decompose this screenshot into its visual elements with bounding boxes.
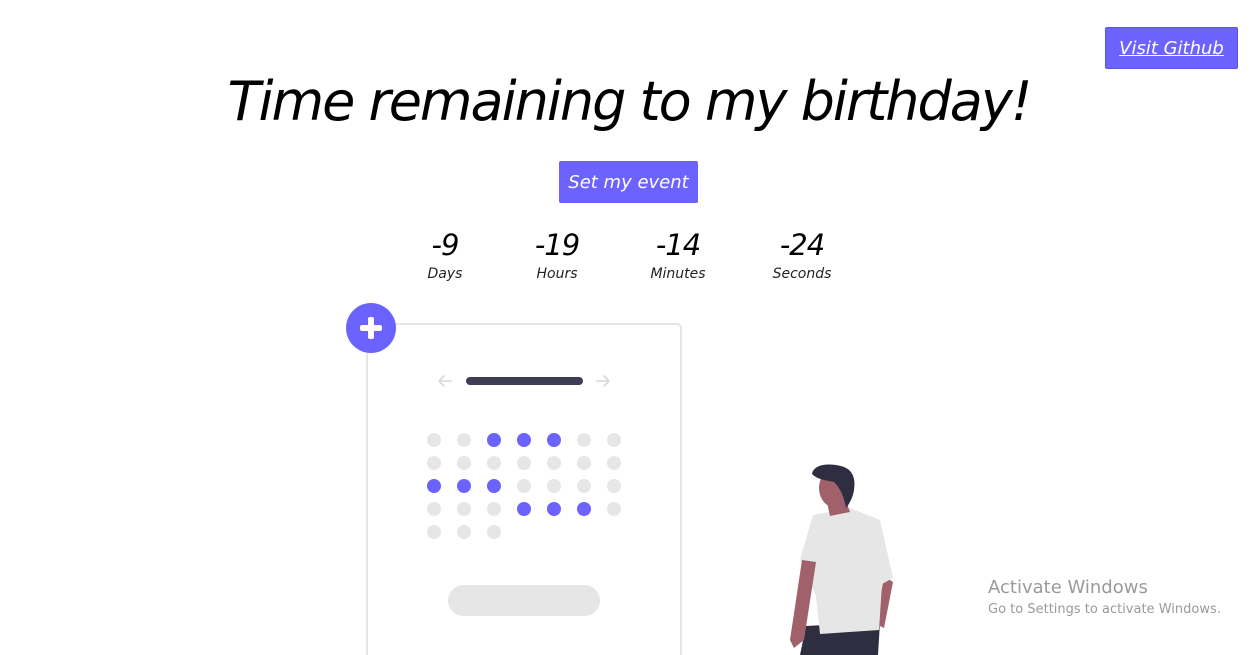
calendar-day-dot [457, 456, 471, 470]
calendar-day-dot [607, 433, 621, 447]
calendar-day-dot [607, 456, 621, 470]
calendar-day-dot [577, 479, 591, 493]
calendar-day-dot-active [457, 479, 471, 493]
calendar-day-dot [487, 502, 501, 516]
calendar-day-dot [457, 525, 471, 539]
calendar-action-pill [448, 585, 600, 616]
calendar-day-dot [427, 502, 441, 516]
calendar-day-dot-active [487, 433, 501, 447]
calendar-day-dot-active [427, 479, 441, 493]
calendar-day-dot [607, 479, 621, 493]
calendar-day-dot-active [517, 433, 531, 447]
calendar-day-dot [577, 456, 591, 470]
person-figure [790, 464, 893, 655]
watermark-subtitle: Go to Settings to activate Windows. [988, 602, 1221, 617]
calendar-day-dot-active [577, 502, 591, 516]
calendar-day-dot [607, 502, 621, 516]
calendar-day-dot [547, 479, 561, 493]
calendar-day-dot [427, 525, 441, 539]
activate-windows-watermark: Activate Windows Go to Settings to activ… [988, 577, 1221, 621]
calendar-day-dot [517, 456, 531, 470]
calendar-day-dot [577, 433, 591, 447]
plus-icon [346, 303, 396, 353]
calendar-day-dot-active [547, 502, 561, 516]
calendar-day-dot-active [517, 502, 531, 516]
calendar-illustration [346, 303, 893, 655]
calendar-day-dot [487, 456, 501, 470]
calendar-day-dot [547, 456, 561, 470]
calendar-month-bar [466, 377, 583, 385]
calendar-day-dot [487, 525, 501, 539]
calendar-day-dot [457, 502, 471, 516]
calendar-day-dot [427, 433, 441, 447]
calendar-day-dot [457, 433, 471, 447]
calendar-day-dot [427, 456, 441, 470]
calendar-day-dot-active [487, 479, 501, 493]
watermark-title: Activate Windows [988, 577, 1148, 598]
calendar-day-dot [517, 479, 531, 493]
calendar-day-dot-active [547, 433, 561, 447]
